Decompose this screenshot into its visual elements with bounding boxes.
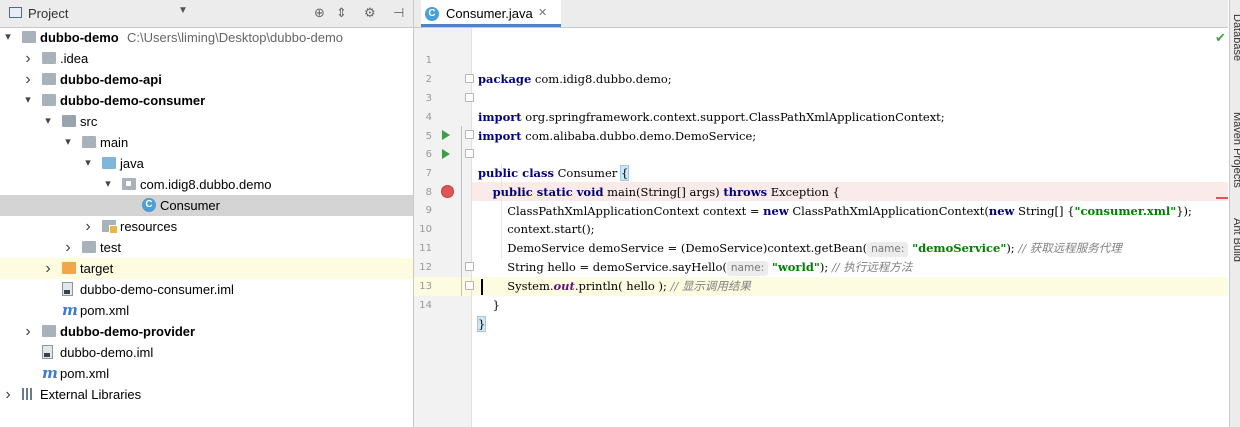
tree-item[interactable]: m pom.xml [0,363,413,384]
collapse-all-icon[interactable]: ⇕ [336,5,347,21]
code-text: } [478,298,500,312]
tree-item-label: pom.xml [60,366,110,381]
project-view-icon [9,7,22,18]
java-class-icon: C [425,7,439,21]
close-icon[interactable]: ✕ [538,6,547,19]
fold-icon[interactable] [465,281,474,290]
line-number: 14 [419,300,432,311]
fold-icon[interactable] [465,74,474,83]
tab-label: Consumer.java [446,6,533,21]
iml-file-icon [42,345,53,359]
tree-item-label: External Libraries [40,387,142,402]
tree-item-label: dubbo-demo.iml [60,345,154,360]
chevron-down-icon[interactable]: ▼ [178,5,188,16]
ide-window: Project ▼ ⊕ ⇕ ⚙ ⊣ ▾ dubbo-demo C:\Users\li… [0,0,1240,427]
code-line-7: 7 public static void main(String[] args)… [0,145,1240,199]
libraries-icon [22,388,36,402]
project-panel-header: Project ▼ ⊕ ⇕ ⚙ ⊣ [0,0,413,28]
right-tool-bar [1229,0,1240,427]
tool-window-ant-build[interactable]: Ant Build [1231,218,1240,262]
tree-item[interactable]: dubbo-demo.iml [0,342,413,363]
code-line-2: 2 [0,51,1240,85]
tree-item-label: dubbo-demo-provider [60,324,196,339]
code-line-11: 11 String hello = demoService.sayHello(n… [0,220,1240,276]
hide-panel-icon[interactable]: ⊣ [393,5,404,21]
chevron-right-icon[interactable]: › [2,384,14,405]
tool-window-database[interactable]: Database [1231,14,1240,61]
code-line-10: 10 DemoService demoService = (DemoServic… [0,201,1240,257]
fold-icon[interactable] [465,262,474,271]
code-line-5: 5 [0,108,1240,142]
run-icon[interactable] [442,149,450,159]
tool-window-maven-projects[interactable]: Maven Projects [1231,112,1240,188]
tree-item[interactable]: › dubbo-demo-provider [0,321,413,342]
tab-consumer-java[interactable]: C Consumer.java ✕ [421,0,561,27]
project-view-selector[interactable]: Project [28,6,68,21]
breakpoint-stripe-marker[interactable] [1216,197,1228,199]
fold-icon[interactable] [465,130,474,139]
fold-icon[interactable] [465,93,474,102]
code-line-12: 12 System.out.println( hello ); // 显示调用结… [0,239,1240,293]
check-icon: ✔ [1215,30,1226,45]
module-folder-icon [42,325,56,337]
code-line-4: 4 import com.alibaba.dubbo.demo.DemoServ… [0,89,1240,143]
text-caret [481,279,483,295]
matched-brace: } [476,316,487,332]
tree-item[interactable]: › External Libraries [0,384,413,405]
code-line-6: 6 public class Consumer { [0,126,1240,181]
code-line-14: 14 } [0,277,1240,332]
maven-file-icon: m [62,301,78,319]
gear-icon[interactable]: ⚙ [364,5,376,21]
tree-item[interactable]: m pom.xml [0,300,413,321]
editor-tab-bar: C Consumer.java ✕ [414,0,1228,28]
breakpoint-icon[interactable] [441,185,454,198]
scroll-from-source-icon[interactable]: ⊕ [314,5,325,21]
code-line-1: 1 package com.idig8.dubbo.demo; [0,32,1240,86]
code-line-13: 13 } [0,258,1240,312]
run-icon[interactable] [442,130,450,140]
code-line-3: 3 import org.springframework.context.sup… [0,70,1240,124]
maven-file-icon: m [42,364,58,382]
fold-icon[interactable] [465,149,474,158]
chevron-right-icon[interactable]: › [22,321,34,342]
code-line-8: 8 ClassPathXmlApplicationContext context… [0,164,1240,218]
code-line-9: 9 context.start(); [0,182,1240,236]
tree-item-label: pom.xml [80,303,130,318]
